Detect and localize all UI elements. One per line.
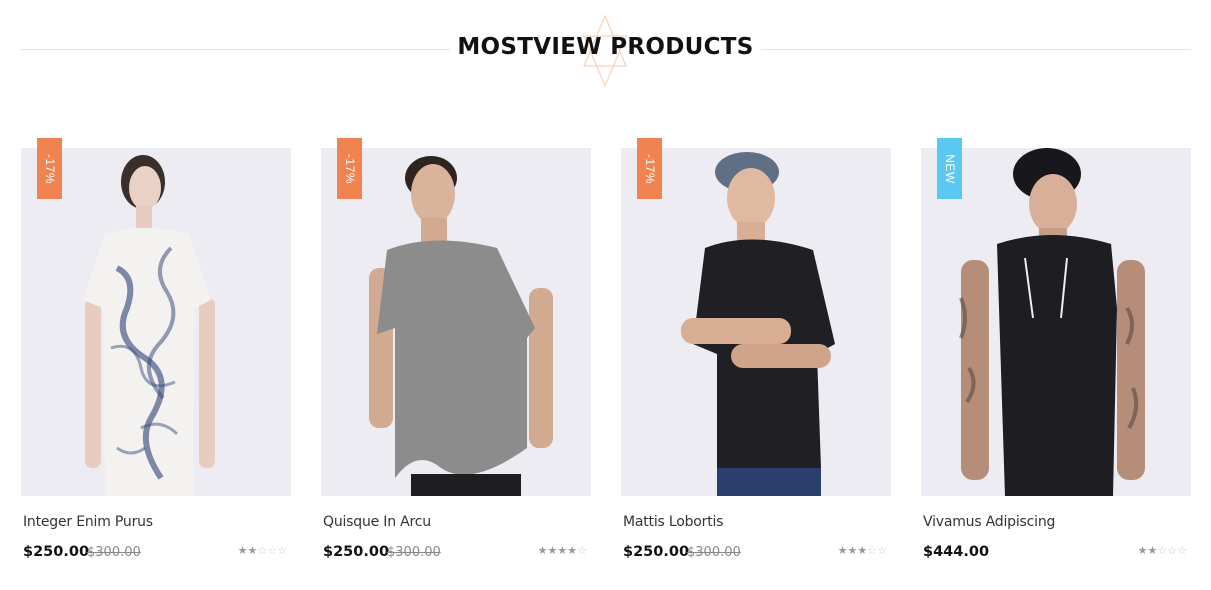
star-empty-icon: ☆ <box>1167 545 1178 557</box>
rating-stars: ★★☆☆☆ <box>1138 544 1187 557</box>
product-name[interactable]: Integer Enim Purus <box>23 514 153 530</box>
star-empty-icon: ☆ <box>267 545 278 557</box>
product-price: $250.00 <box>323 544 390 560</box>
star-empty-icon: ☆ <box>257 545 268 557</box>
product-card[interactable]: -17% Integer Enim Purus $250.00 $300.00 … <box>21 138 291 578</box>
star-empty-icon: ☆ <box>867 545 878 557</box>
star-filled-icon: ★ <box>1137 545 1148 557</box>
product-price: $444.00 <box>923 544 990 560</box>
product-photo-woman-dress <box>21 148 291 496</box>
star-filled-icon: ★ <box>857 545 868 557</box>
product-price: $250.00 <box>23 544 90 560</box>
star-empty-icon: ☆ <box>577 545 587 557</box>
section-title: MOSTVIEW PRODUCTS <box>457 34 754 60</box>
product-photo-man-grey-tee <box>321 148 591 496</box>
new-badge: NEW <box>937 138 962 199</box>
rating-stars: ★★☆☆☆ <box>238 544 287 557</box>
star-filled-icon: ★ <box>247 545 258 557</box>
star-empty-icon: ☆ <box>1177 545 1187 557</box>
star-empty-icon: ☆ <box>877 545 887 557</box>
star-empty-icon: ☆ <box>1157 545 1168 557</box>
section-header: MOSTVIEW PRODUCTS <box>20 14 1191 88</box>
star-filled-icon: ★ <box>547 545 558 557</box>
product-name[interactable]: Vivamus Adipiscing <box>923 514 1055 530</box>
star-filled-icon: ★ <box>237 545 248 557</box>
star-empty-icon: ☆ <box>277 545 287 557</box>
star-filled-icon: ★ <box>1147 545 1158 557</box>
product-image[interactable] <box>921 148 1191 496</box>
star-filled-icon: ★ <box>557 545 568 557</box>
rating-stars: ★★★☆☆ <box>838 544 887 557</box>
product-photo-man-black-tee <box>621 148 891 496</box>
product-card[interactable]: NEW Vivamus Adipiscing $444.00 ★★☆☆☆ <box>921 138 1191 578</box>
star-filled-icon: ★ <box>567 545 578 557</box>
product-photo-man-sleeveless-hoodie <box>921 148 1191 496</box>
product-name[interactable]: Mattis Lobortis <box>623 514 723 530</box>
discount-badge: -17% <box>337 138 362 199</box>
product-old-price: $300.00 <box>687 545 741 560</box>
star-filled-icon: ★ <box>537 545 548 557</box>
product-card[interactable]: -17% Mattis Lobortis $250.00 $300.00 ★★★… <box>621 138 891 578</box>
product-old-price: $300.00 <box>387 545 441 560</box>
star-filled-icon: ★ <box>837 545 848 557</box>
product-image[interactable] <box>321 148 591 496</box>
discount-badge: -17% <box>37 138 62 199</box>
product-image[interactable] <box>21 148 291 496</box>
discount-badge: -17% <box>637 138 662 199</box>
product-card[interactable]: -17% Quisque In Arcu $250.00 $300.00 ★★★… <box>321 138 591 578</box>
rating-stars: ★★★★☆ <box>538 544 587 557</box>
star-filled-icon: ★ <box>847 545 858 557</box>
product-price: $250.00 <box>623 544 690 560</box>
product-old-price: $300.00 <box>87 545 141 560</box>
product-name[interactable]: Quisque In Arcu <box>323 514 431 530</box>
product-image[interactable] <box>621 148 891 496</box>
